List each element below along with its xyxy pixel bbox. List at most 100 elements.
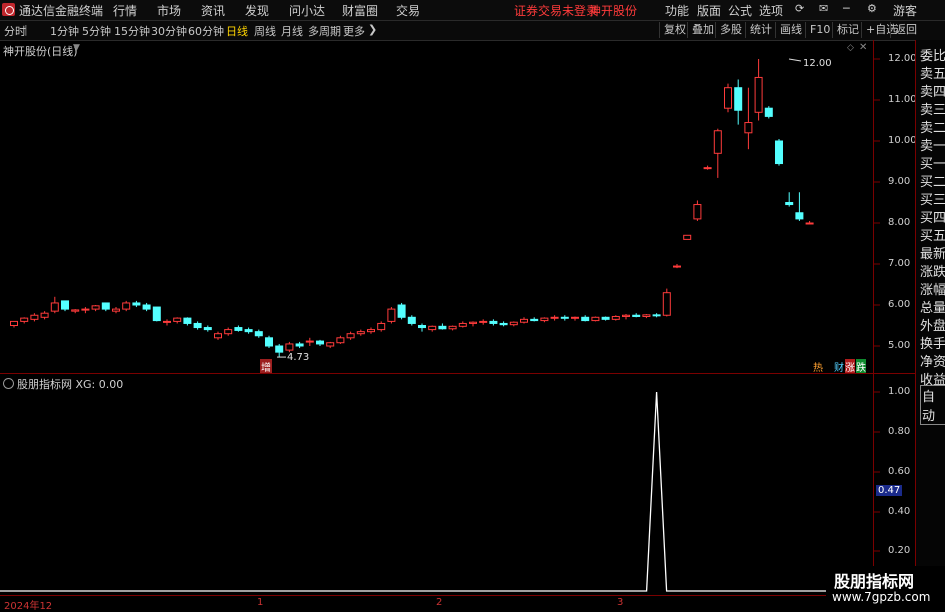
mail-icon[interactable]: ✉ [819, 2, 828, 15]
candle-body [101, 302, 110, 310]
candle [795, 192, 804, 221]
btn-f10[interactable]: F10 [805, 22, 834, 38]
side-item-buy1[interactable]: 买一 [920, 153, 945, 172]
period-30min[interactable]: 30分钟 [151, 23, 187, 39]
period-multi[interactable]: 多周期 [308, 23, 341, 39]
candle-body [428, 325, 437, 331]
minimize-icon[interactable]: ─ [843, 2, 850, 15]
btn-biaoji[interactable]: 标记 [832, 22, 863, 38]
menu-item-caifuquan[interactable]: 财富圈 [342, 2, 378, 19]
candle-body [571, 316, 579, 319]
login-warning[interactable]: 证券交易未登录 [514, 2, 598, 19]
period-15min[interactable]: 15分钟 [114, 23, 150, 39]
side-item-pct[interactable]: 涨幅 [920, 279, 945, 298]
candle-body [560, 316, 569, 319]
period-5min[interactable]: 5分钟 [82, 23, 111, 39]
side-item-sell3[interactable]: 卖三 [920, 99, 945, 118]
menu-item-faxian[interactable]: 发现 [245, 2, 269, 19]
candle-body [20, 317, 29, 322]
side-item-sell5[interactable]: 卖五 [920, 63, 945, 82]
candle [407, 315, 416, 326]
candle [367, 327, 375, 334]
candle-body [387, 308, 396, 322]
die-marker[interactable]: 跌 [856, 359, 866, 374]
menu-item-shichang[interactable]: 市场 [157, 2, 181, 19]
side-item-sell1[interactable]: 卖一 [920, 135, 945, 154]
app-title: 通达信金融终端 [19, 4, 104, 18]
side-item-buy3[interactable]: 买三 [920, 189, 945, 208]
btn-tongji[interactable]: 统计 [745, 22, 776, 38]
candle [30, 313, 39, 322]
candle-body [122, 302, 131, 310]
side-item-auto[interactable]: 自动 [920, 385, 945, 425]
period-day[interactable]: 日线 [226, 23, 248, 39]
price-tick: 6.00 [888, 299, 911, 310]
current-value-badge: 0.47 [876, 485, 903, 496]
btn-huaxian[interactable]: 画线 [775, 22, 806, 38]
candle-body [775, 140, 783, 165]
refresh-icon[interactable]: ⟳ [795, 2, 804, 15]
candle [703, 165, 712, 170]
candle-body [112, 308, 120, 312]
candle-body [611, 315, 620, 320]
period-60min[interactable]: 60分钟 [188, 23, 224, 39]
hot-marker[interactable]: 热 [813, 359, 823, 374]
indicator-panel[interactable]: 股朋指标网 XG: 0.00 [0, 373, 873, 596]
chevron-right-icon[interactable]: ❯ [368, 23, 377, 36]
candle-body [183, 317, 192, 324]
candle-body [734, 87, 743, 111]
candle-body [785, 202, 794, 206]
candle-body [346, 333, 355, 339]
time-axis: 2024年12 1 2 3 [0, 595, 873, 612]
candle-body [326, 342, 335, 347]
period-week[interactable]: 周线 [254, 23, 276, 39]
candle-body [642, 314, 651, 317]
side-item-buy4[interactable]: 买四 [920, 207, 945, 226]
side-item-change[interactable]: 涨跌 [920, 261, 945, 280]
candle-body [305, 340, 314, 343]
candle-body [713, 130, 722, 154]
user-label[interactable]: 游客 [893, 2, 917, 19]
menu-item-xuanxiang[interactable]: 选项 [759, 2, 783, 19]
menu-item-zixun[interactable]: 资讯 [201, 2, 225, 19]
candle-body [795, 212, 804, 220]
period-more[interactable]: 更多 [343, 23, 365, 39]
candle [785, 192, 794, 207]
btn-fanhui[interactable]: 返回 [890, 22, 921, 38]
candle-body [61, 300, 69, 310]
menu-item-gongneng[interactable]: 功能 [665, 2, 689, 19]
candle [754, 59, 763, 121]
side-item-sell4[interactable]: 卖四 [920, 81, 945, 100]
zeng-marker[interactable]: 增 [260, 359, 272, 374]
candle [254, 329, 263, 338]
candle [173, 317, 182, 324]
side-item-buy2[interactable]: 买二 [920, 171, 945, 190]
menu-item-hangqing[interactable]: 行情 [113, 2, 137, 19]
menu-item-gongshi[interactable]: 公式 [728, 2, 752, 19]
menu-item-banmian[interactable]: 版面 [697, 2, 721, 19]
price-chart-panel[interactable]: 神开股份(日线) ▼ ◇ ✕ 增 热 财 涨 跌 12.00 4.73 [0, 40, 873, 374]
side-item-weibi[interactable]: 委比 [920, 45, 945, 64]
side-item-outer[interactable]: 外盘 [920, 315, 945, 334]
side-item-volume[interactable]: 总量 [920, 297, 945, 316]
settings-icon[interactable]: ⚙ [867, 2, 877, 15]
period-fenshi[interactable]: 分时 [4, 23, 26, 39]
candle-body [407, 316, 416, 324]
side-item-buy5[interactable]: 买五 [920, 225, 945, 244]
menu-item-wenxiaoda[interactable]: 问小达 [289, 2, 325, 19]
candle-body [152, 306, 161, 322]
btn-duogu[interactable]: 多股 [715, 22, 746, 38]
menu-item-jiaoyi[interactable]: 交易 [396, 2, 420, 19]
side-item-netasset[interactable]: 净资 [920, 351, 945, 370]
candle-body [550, 316, 559, 319]
side-item-turnover[interactable]: 换手 [920, 333, 945, 352]
btn-fuquan[interactable]: 复权 [659, 22, 690, 38]
btn-diejia[interactable]: 叠加 [687, 22, 718, 38]
period-1min[interactable]: 1分钟 [50, 23, 79, 39]
side-item-latest[interactable]: 最新 [920, 243, 945, 262]
finance-marker[interactable]: 财 [834, 359, 844, 374]
zhang-marker[interactable]: 涨 [845, 359, 855, 374]
candle [316, 339, 324, 346]
side-item-sell2[interactable]: 卖二 [920, 117, 945, 136]
period-month[interactable]: 月线 [281, 23, 303, 39]
